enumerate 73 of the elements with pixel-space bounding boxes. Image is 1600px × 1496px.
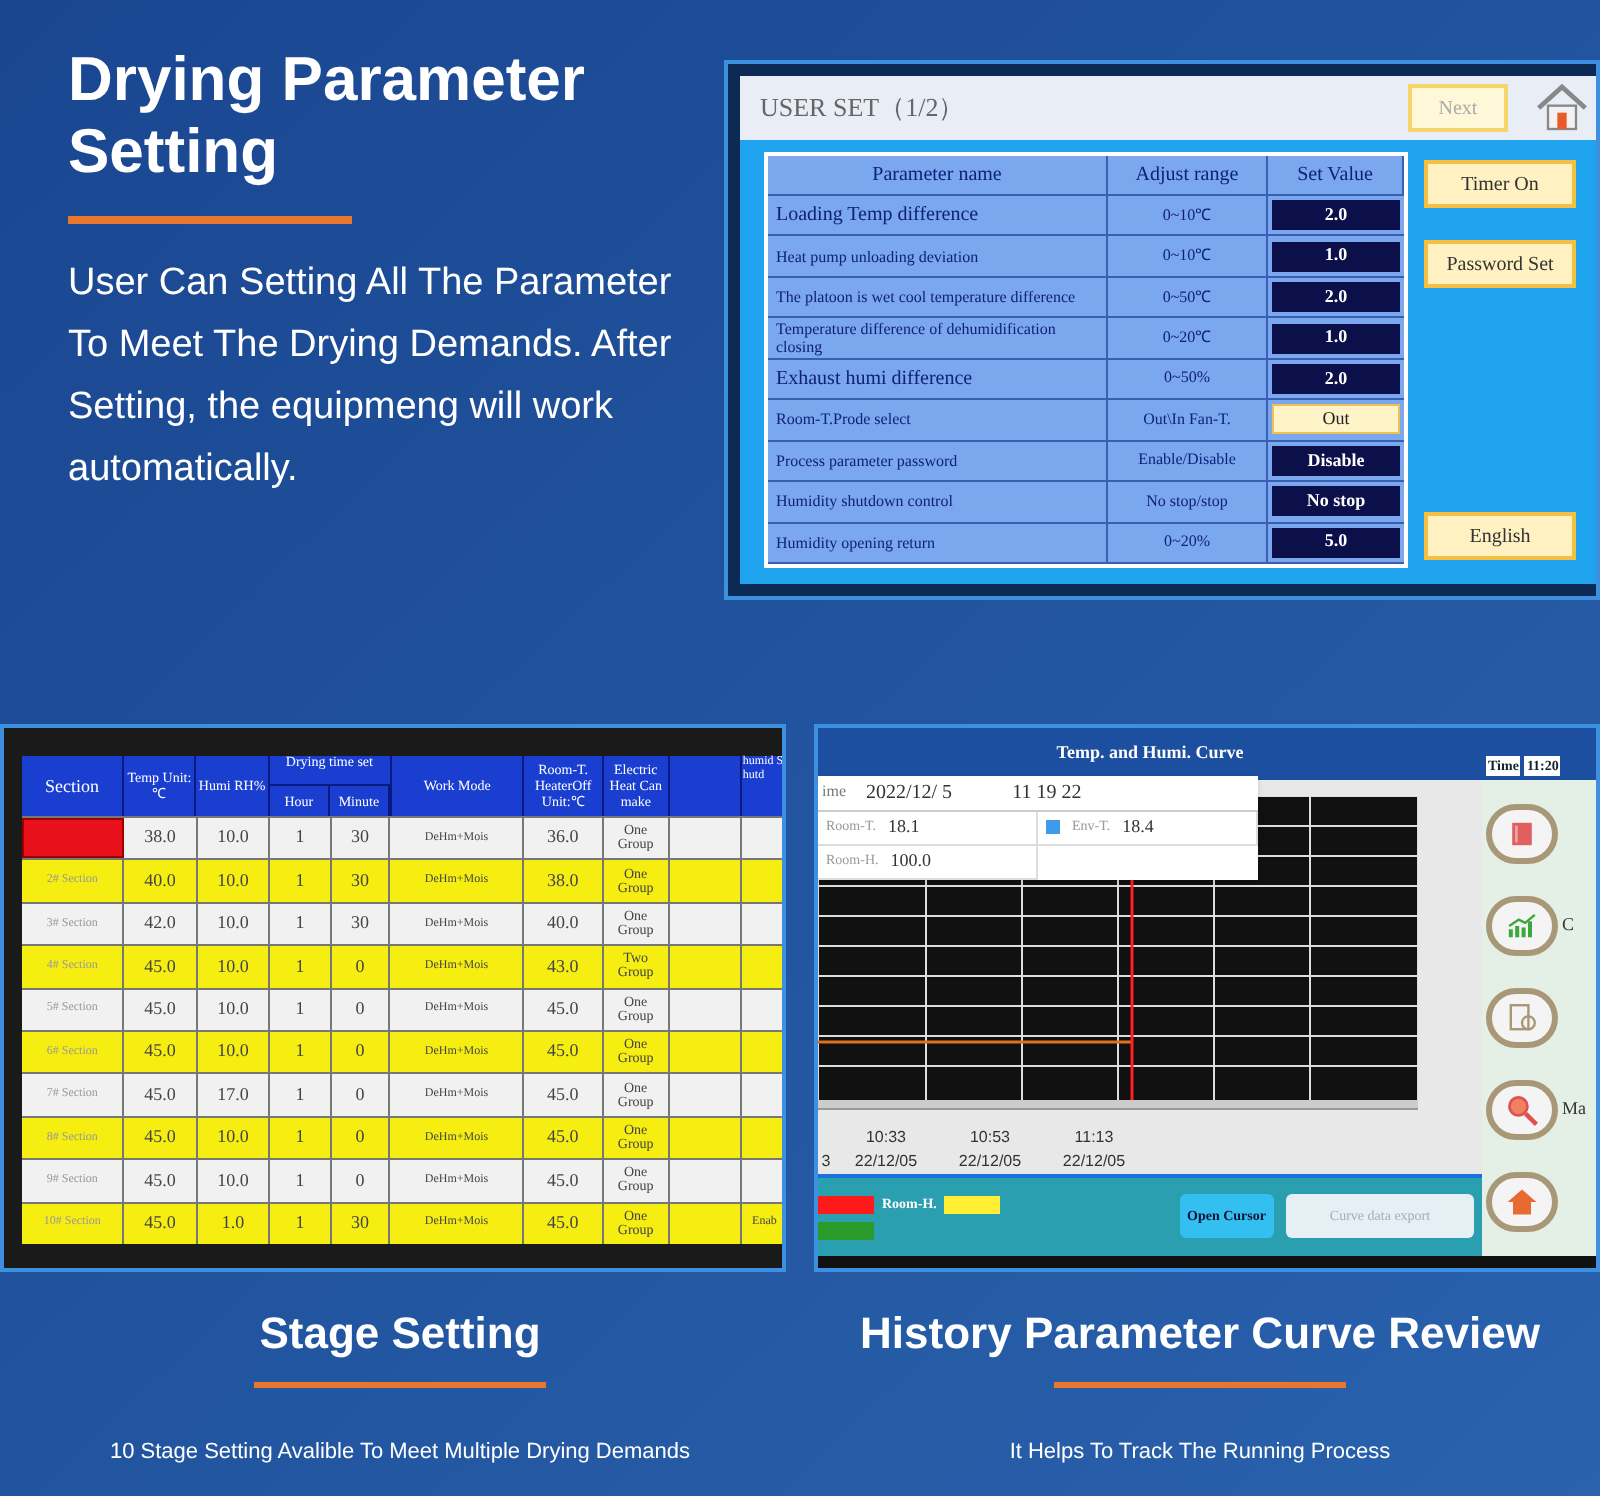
value-display[interactable]: 1.0	[1272, 241, 1400, 272]
round-button[interactable]	[1486, 896, 1558, 956]
home-icon	[1504, 1184, 1540, 1220]
parameter-name: Heat pump unloading deviation	[768, 236, 1108, 276]
field-label: ime	[822, 780, 846, 805]
table-cell[interactable]: 1.0	[197, 1203, 271, 1245]
field-value: 18.1	[887, 813, 920, 840]
axis-time: 10:33	[865, 1125, 907, 1150]
clipboard-icon	[1506, 1002, 1538, 1034]
chart-title: Temp. and Humi. Curve	[1056, 740, 1244, 767]
chart-icon	[1506, 910, 1538, 942]
table-cell[interactable]: 45.0	[524, 1203, 604, 1245]
section-title: Stage Setting	[259, 1306, 541, 1362]
section-title: History Parameter Curve Review	[860, 1306, 1540, 1362]
parameter-name: Room-T.Prode select	[768, 400, 1108, 440]
axis-date: 22/12/05	[854, 1149, 918, 1174]
intro-paragraph: User Can Setting All The Parameter To Meet The Drying Demands. After Setting, the equipmeng will work automatically.	[68, 260, 674, 494]
value-display[interactable]: No stop	[1272, 486, 1400, 517]
section-subtitle: 10 Stage Setting Avalible To Meet Multiple Drying Demands	[109, 1438, 691, 1468]
adjust-range: 0~10℃	[1108, 196, 1268, 235]
value-display[interactable]: 1.0	[1272, 323, 1400, 354]
adjust-range: 0~50%	[1108, 359, 1268, 399]
field-value: 100.0	[890, 847, 931, 874]
axis-date: 22/12/05	[958, 1149, 1022, 1174]
adjust-range: Enable/Disable	[1108, 441, 1268, 481]
side-button[interactable]: Password Set	[1424, 240, 1576, 288]
info-clock: 11 19 22	[1012, 779, 1082, 808]
round-button[interactable]	[1486, 1080, 1558, 1140]
home-icon[interactable]	[1532, 80, 1592, 136]
screen-title: USER SET（1/2）	[760, 90, 967, 127]
value-toggle[interactable]: Out	[1272, 404, 1400, 435]
parameter-name: Temperature difference of dehumidification closing	[768, 318, 1108, 358]
section-subtitle: It Helps To Track The Running Process	[1009, 1438, 1391, 1468]
adjust-range: No stop/stop	[1108, 482, 1268, 521]
side-button[interactable]: English	[1424, 512, 1576, 560]
adjust-range: 0~20℃	[1108, 318, 1268, 358]
table-cell[interactable]: 1	[270, 1203, 332, 1245]
side-button[interactable]: Timer On	[1424, 160, 1576, 208]
search-icon	[1504, 1092, 1540, 1128]
parameter-name: Loading Temp difference	[768, 196, 1108, 235]
value-display[interactable]: 5.0	[1272, 527, 1400, 558]
value-display[interactable]: 2.0	[1272, 282, 1400, 313]
menu-label[interactable]: Ma	[1562, 1096, 1586, 1124]
round-button[interactable]	[1486, 804, 1558, 864]
round-button[interactable]	[1486, 988, 1558, 1048]
section-cell[interactable]	[22, 818, 125, 859]
table-cell[interactable]: 45.0	[124, 1203, 198, 1245]
book-icon	[1508, 820, 1536, 848]
parameter-name: Process parameter password	[768, 441, 1108, 481]
axis-date: 3	[821, 1149, 831, 1174]
value-display[interactable]: 2.0	[1272, 363, 1400, 394]
value-display[interactable]: Disable	[1272, 445, 1400, 476]
round-button[interactable]	[1486, 1172, 1558, 1232]
parameter-name: Exhaust humi difference	[768, 359, 1108, 399]
field-value: 18.4	[1122, 813, 1154, 840]
column-header: Parameter name	[768, 156, 1108, 194]
axis-time: 10:53	[969, 1125, 1011, 1150]
table-cell[interactable]: 30	[331, 1203, 391, 1245]
value-display[interactable]: 2.0	[1272, 200, 1400, 231]
column-header: Set Value	[1268, 156, 1404, 194]
axis-time: 11:13	[1074, 1125, 1114, 1150]
menu-label[interactable]: C	[1562, 912, 1575, 940]
info-date: 2022/12/ 5	[866, 779, 953, 808]
parameter-name: The platoon is wet cool temperature difference	[768, 277, 1108, 317]
page-heading: Drying Parameter Setting	[68, 44, 587, 188]
column-header: Adjust range	[1108, 156, 1268, 194]
parameter-name: Humidity opening return	[768, 523, 1108, 562]
adjust-range: 0~20%	[1108, 523, 1268, 562]
adjust-range: 0~50℃	[1108, 277, 1268, 317]
adjust-range: 0~10℃	[1108, 236, 1268, 276]
axis-date: 22/12/05	[1062, 1149, 1126, 1174]
adjust-range: Out\In Fan-T.	[1108, 400, 1268, 440]
parameter-name: Humidity shutdown control	[768, 482, 1108, 521]
